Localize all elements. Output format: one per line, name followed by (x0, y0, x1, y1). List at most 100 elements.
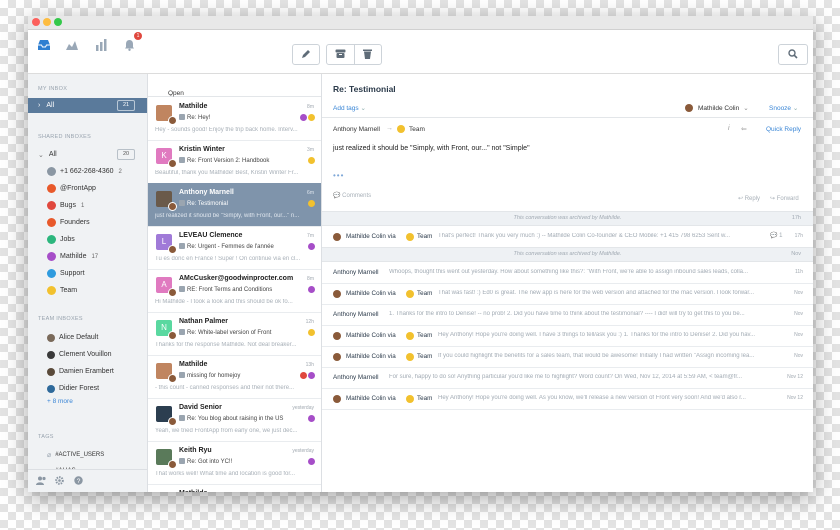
add-tags-label: Add tags (333, 105, 359, 112)
sidebar-item-label: Damien Erambert (59, 368, 114, 375)
sidebar-item-shared-inbox[interactable]: Jobs (28, 232, 147, 247)
thread-message-time: Nov (794, 332, 803, 338)
expand-quoted-button[interactable]: ••• (333, 171, 344, 180)
thread-message-sender: Mathilde Colin via (346, 233, 396, 240)
conversation-sender: David Senior (179, 404, 222, 411)
sidebar-item-shared-inbox[interactable]: Team (28, 283, 147, 298)
reply-indicator-icon (179, 458, 185, 464)
help-icon[interactable]: ? (74, 476, 83, 485)
sidebar-item-label: +1 662-268-4360 (60, 168, 114, 175)
sidebar-item-shared-all[interactable]: ⌄ All 20 (28, 147, 147, 162)
conversation-row[interactable]: Mathilde missing for homejoy - this count … (148, 355, 321, 399)
sidebar-item-team-inbox[interactable]: Clement Vouillon (28, 347, 147, 362)
inbox-icon[interactable] (37, 39, 51, 53)
thread-message-row[interactable]: Mathilde Colin via Team Hey Anthony! Hope … (322, 388, 813, 410)
thread-message-preview: Whoops, thought this went out yesterday.… (389, 269, 749, 275)
users-icon[interactable] (36, 476, 46, 485)
sidebar-item-shared-inbox[interactable]: Founders (28, 215, 147, 230)
quick-reply-button[interactable]: Quick Reply (766, 126, 801, 133)
conversation-subject: missing for homejoy (179, 372, 240, 379)
sidebar-item-tag[interactable]: ⌀ #ACTIVE_USERS (28, 447, 147, 462)
sidebar-item-shared-inbox[interactable]: Bugs 1 (28, 198, 147, 213)
thread-message-row[interactable]: Mathilde Colin via Team Hey Anthony! Hope … (322, 325, 813, 347)
reply-arrow-icon[interactable]: ⇐ (741, 125, 747, 133)
conversation-row[interactable]: Anthony Marnell Re: Testimonial just reali… (148, 183, 321, 227)
conversation-row[interactable]: David Senior Re: You blog about raising i… (148, 398, 321, 442)
conversation-tags (307, 415, 315, 424)
sidebar-item-my-all[interactable]: › All 21 (28, 98, 147, 113)
thread-message-row[interactable]: Anthony Marnell For sure, happy to do so!… (322, 367, 813, 389)
trash-icon (363, 49, 373, 61)
conversation-preview: Tu es donc en France ! Super ! On contin… (155, 256, 301, 262)
sidebar-item-shared-inbox[interactable]: Support (28, 266, 147, 281)
sidebar-item-team-inbox[interactable]: Damien Erambert (28, 364, 147, 379)
conversation-preview: Yeah, we tried FrontApp from early one, … (155, 428, 298, 434)
gear-icon[interactable] (55, 476, 64, 485)
avatar (333, 332, 341, 340)
info-icon[interactable]: i (728, 125, 730, 132)
zoom-window-button[interactable] (54, 18, 62, 26)
reply-indicator-icon (179, 200, 185, 206)
conversation-tags (307, 243, 315, 252)
search-icon (788, 48, 798, 61)
compose-button[interactable] (292, 44, 320, 65)
trash-button[interactable] (355, 45, 382, 64)
conversation-row[interactable]: N Nathan Palmer Re: White-label version of… (148, 312, 321, 356)
conversation-sender: Mathilde (179, 490, 207, 492)
reply-indicator-icon (179, 286, 185, 292)
conversation-row[interactable]: Mathilde (148, 484, 321, 492)
thread-message-team: Team (417, 233, 433, 240)
archive-button[interactable] (327, 45, 355, 64)
reply-label: Reply (744, 196, 761, 202)
conversation-row[interactable]: A AMcCusker@goodwinprocter.com RE: Front T… (148, 269, 321, 313)
inbox-color-icon (47, 218, 56, 227)
add-tags-button[interactable]: Add tags ⌄ (333, 104, 366, 112)
forward-button[interactable]: ↪ Forward (770, 195, 799, 202)
sidebar-more-link[interactable]: + 8 more (28, 394, 147, 409)
chevron-down-icon: ⌄ (743, 105, 749, 112)
minimize-window-button[interactable] (43, 18, 51, 26)
thread-message-time: Nov (794, 290, 803, 296)
snooze-button[interactable]: Snooze ⌄ (769, 104, 798, 112)
sidebar-item-shared-inbox[interactable]: Mathilde 17 (28, 249, 147, 264)
conversation-time: 3m (307, 147, 314, 153)
conversation-row[interactable]: Keith Ryu Re: Got into YC!! That works wel… (148, 441, 321, 485)
message-body: just realized it should be "Simply, with… (333, 145, 530, 152)
thread-message-row[interactable]: Mathilde Colin via Team That was fast! :) … (322, 283, 813, 305)
bell-icon[interactable] (124, 39, 138, 53)
sidebar-item-shared-inbox[interactable]: +1 662-268-4360 2 (28, 164, 147, 179)
header-divider (322, 117, 813, 118)
sidebar-item-team-inbox[interactable]: Alice Default (28, 330, 147, 345)
conversation-row[interactable]: K Kristin Winter Re: Front Version 2: Hand… (148, 140, 321, 184)
comments-button[interactable]: 💬 Comments (333, 192, 371, 199)
tag-icon: ⌀ (47, 451, 52, 459)
conversation-row[interactable]: L LEVEAU Clemence Re: Urgent - Femmes de l… (148, 226, 321, 270)
inbox-tag-icon (300, 114, 307, 121)
chevron-down-icon: ⌄ (38, 151, 44, 159)
close-window-button[interactable] (32, 18, 40, 26)
analytics-icon[interactable] (65, 39, 79, 53)
inbox-color-icon (47, 286, 56, 295)
sidebar-item-label: Didier Forest (59, 385, 100, 392)
message-recipient: Team (409, 126, 425, 133)
inbox-color-icon (47, 269, 56, 278)
sidebar-item-shared-inbox[interactable]: @FrontApp (28, 181, 147, 196)
thread-message-row[interactable]: Mathilde Colin via Team That's perfect! Th… (322, 226, 813, 248)
search-button[interactable] (778, 44, 808, 65)
conversation-subject: Re: Testimonial (179, 200, 228, 207)
forward-icon: ↪ (770, 196, 776, 202)
shared-inboxes-heading: SHARED INBOXES (38, 134, 92, 140)
assignee-dropdown[interactable]: Mathilde Colin ⌄ (685, 104, 749, 112)
thread-message-row[interactable]: Anthony Marnell 1. Thanks for the intro t… (322, 304, 813, 326)
thread-message-row[interactable]: Anthony Marnell Whoops, thought this went… (322, 262, 813, 284)
conversation-subject-text: missing for homejoy (187, 373, 241, 379)
conversation-row[interactable]: Mathilde Re: Hey! Hey - sounds good! Enjoy… (148, 97, 321, 141)
conversation-time: 7m (307, 233, 314, 239)
reply-button[interactable]: ↩ Reply (738, 195, 760, 202)
sidebar-item-label: Support (60, 270, 85, 277)
list-filter[interactable]: Open ⌄ (148, 74, 321, 98)
bar-chart-icon[interactable] (95, 39, 109, 53)
team-inbox-icon (406, 233, 414, 241)
sidebar-item-label: Founders (60, 219, 90, 226)
thread-message-row[interactable]: Mathilde Colin via Team If you could highl… (322, 346, 813, 368)
